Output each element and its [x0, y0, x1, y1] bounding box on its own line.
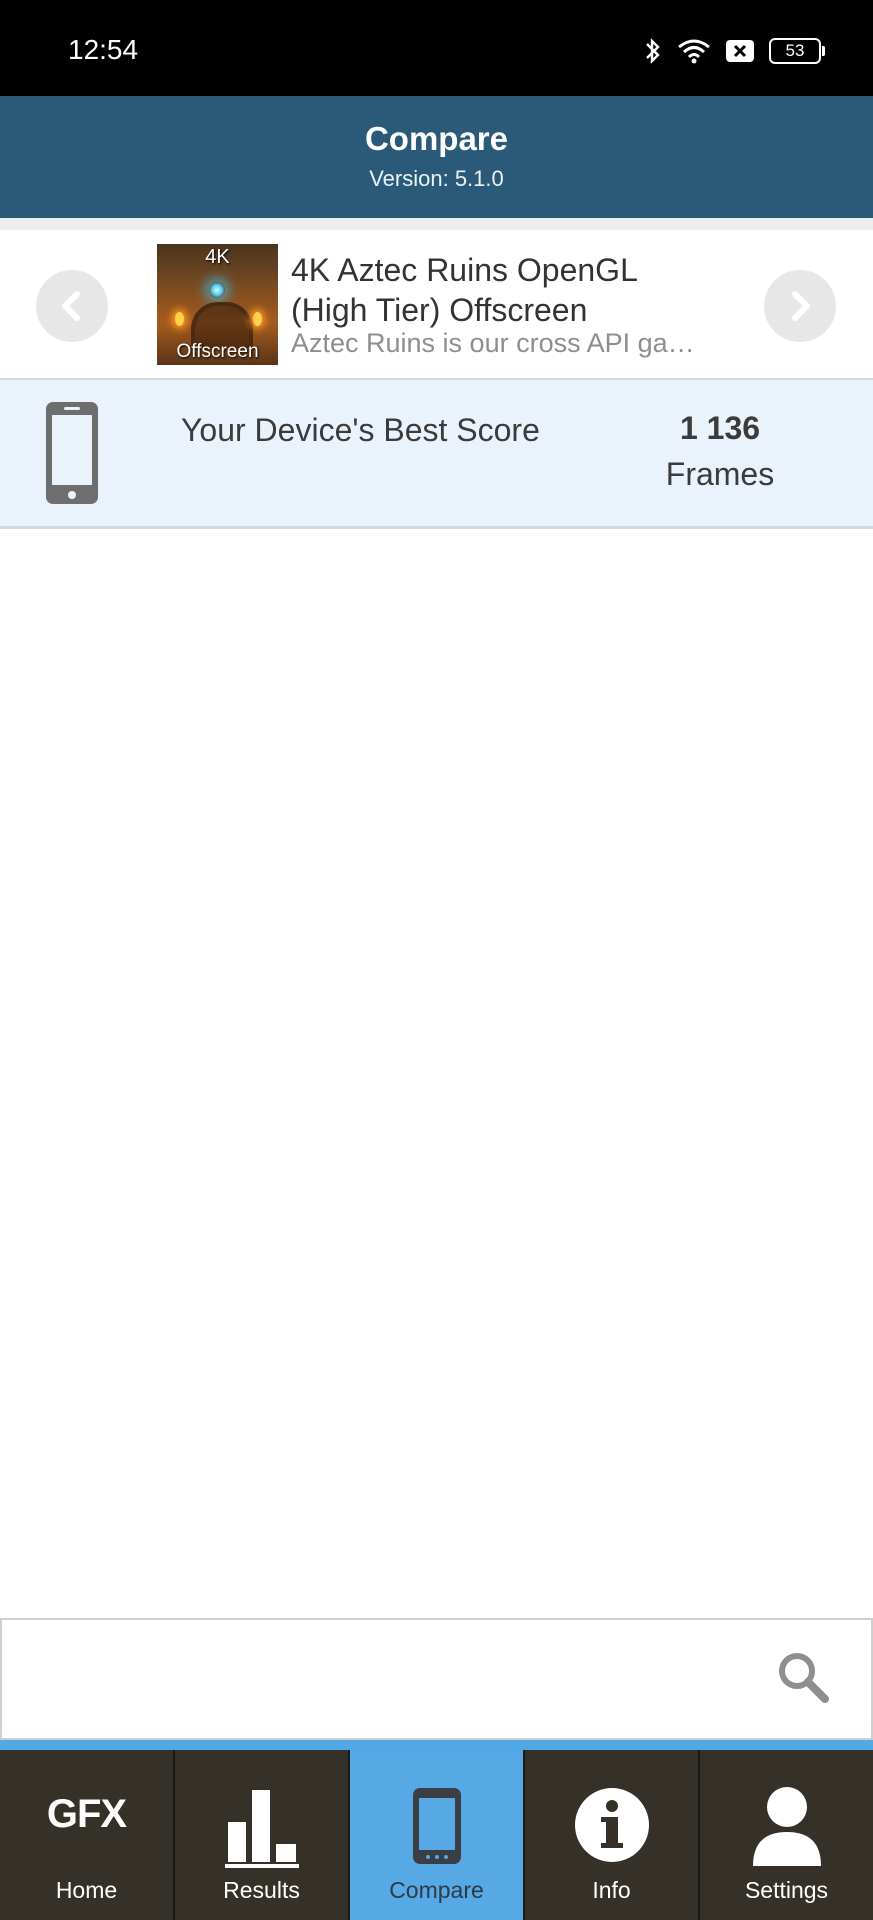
gfx-logo-icon: GFX: [46, 1792, 127, 1836]
thumbnail-resolution-label: 4K: [205, 246, 230, 268]
tab-results-label: Results: [223, 1877, 300, 1903]
test-title[interactable]: 4K Aztec Ruins OpenGL (High Tier) Offscr…: [291, 250, 721, 330]
next-test-button[interactable]: [764, 270, 836, 342]
info-icon: [574, 1788, 649, 1862]
torch-right: [253, 312, 262, 326]
tab-home-label: Home: [55, 1877, 118, 1903]
bottom-tab-bar: GFX Home Results Compare Info Settings: [0, 1750, 873, 1920]
bluetooth-icon: [646, 38, 660, 64]
sim-blocked-icon: [726, 40, 754, 62]
best-score-unit: Frames: [665, 456, 775, 492]
search-bar: [0, 1618, 873, 1740]
torch-left: [175, 312, 184, 326]
tab-compare[interactable]: Compare: [350, 1750, 525, 1920]
tab-results[interactable]: Results: [175, 1750, 350, 1920]
device-phone-icon: [44, 400, 100, 511]
status-bar: 12:54 53: [0, 0, 873, 96]
battery-indicator: 53: [769, 38, 825, 64]
tab-home[interactable]: GFX Home: [0, 1750, 175, 1920]
tab-bar-accent: [0, 1740, 873, 1750]
crystal-light: [209, 282, 225, 298]
tab-info-label: Info: [592, 1877, 631, 1903]
status-time: 12:54: [68, 34, 139, 65]
best-score-row: Your Device's Best Score 1 136 Frames: [0, 380, 873, 529]
previous-test-button[interactable]: [36, 270, 108, 342]
version-label: Version: 5.1.0: [369, 166, 504, 191]
header-divider: [0, 218, 873, 230]
chevron-right-icon: [792, 291, 810, 321]
status-icons: 53: [643, 34, 825, 68]
test-thumbnail[interactable]: 4K Offscreen: [157, 244, 278, 365]
thumbnail-mode-label: Offscreen: [176, 341, 259, 362]
wifi-icon: [678, 39, 710, 64]
best-score-value: 1 136: [679, 410, 761, 446]
search-input[interactable]: [22, 1646, 746, 1712]
battery-level: 53: [785, 41, 805, 60]
phone-icon: [412, 1788, 461, 1864]
app-header: Compare Version: 5.1.0: [0, 96, 873, 218]
search-icon[interactable]: [776, 1650, 830, 1704]
user-icon: [752, 1787, 821, 1866]
chevron-left-icon: [62, 291, 80, 321]
tab-settings-label: Settings: [744, 1877, 829, 1903]
tab-info[interactable]: Info: [525, 1750, 700, 1920]
tab-compare-label: Compare: [389, 1877, 484, 1903]
test-selector: 4K Offscreen 4K Aztec Ruins OpenGL (High…: [0, 230, 873, 380]
best-score-label: Your Device's Best Score: [181, 412, 540, 448]
tab-settings[interactable]: Settings: [700, 1750, 873, 1920]
page-title: Compare: [364, 120, 509, 157]
bar-chart-icon: [224, 1790, 299, 1868]
test-description: Aztec Ruins is our cross API ga…: [291, 328, 695, 358]
